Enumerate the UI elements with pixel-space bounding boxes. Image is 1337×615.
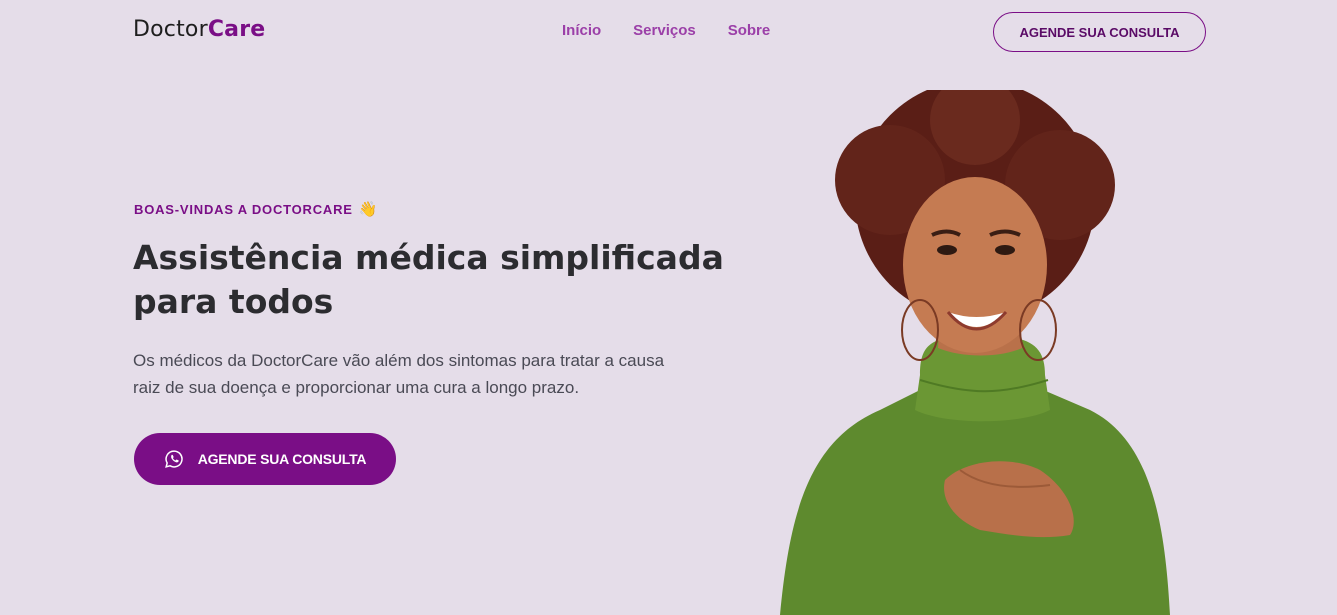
hero-description-line2: raiz de sua doença e proporcionar uma cu… <box>133 378 580 397</box>
logo-doctor: Doctor <box>133 17 208 42</box>
hero-description-line1: Os médicos da DoctorCare vão além dos si… <box>133 351 665 370</box>
hero-title-line2: para todos <box>133 282 334 321</box>
logo[interactable]: DoctorCare <box>133 17 265 42</box>
nav-sobre[interactable]: Sobre <box>728 22 771 39</box>
nav-servicos[interactable]: Serviços <box>633 22 696 39</box>
hero-title: Assistência médica simplificada para tod… <box>133 236 753 324</box>
hero-schedule-button[interactable]: AGENDE SUA CONSULTA <box>134 433 396 485</box>
hero-title-line1: Assistência médica simplificada <box>133 238 724 277</box>
logo-care: Care <box>207 17 266 42</box>
hero-description: Os médicos da DoctorCare vão além dos si… <box>133 347 733 401</box>
nav-inicio[interactable]: Início <box>562 22 601 39</box>
whatsapp-icon <box>164 450 183 468</box>
header-schedule-button[interactable]: AGENDE SUA CONSULTA <box>993 12 1206 52</box>
waving-hand-icon: 👋 <box>358 201 379 218</box>
hero-cta-label: AGENDE SUA CONSULTA <box>197 451 367 467</box>
main-nav: Início Serviços Sobre <box>562 22 770 39</box>
landing-page: DoctorCare Início Serviços Sobre AGENDE … <box>0 0 1337 615</box>
hero-eyebrow: BOAS-VINDAS A DOCTORCARE 👋 <box>134 200 378 218</box>
hero-woman-image <box>780 90 1170 615</box>
eyebrow-text: BOAS-VINDAS A DOCTORCARE <box>134 201 353 217</box>
